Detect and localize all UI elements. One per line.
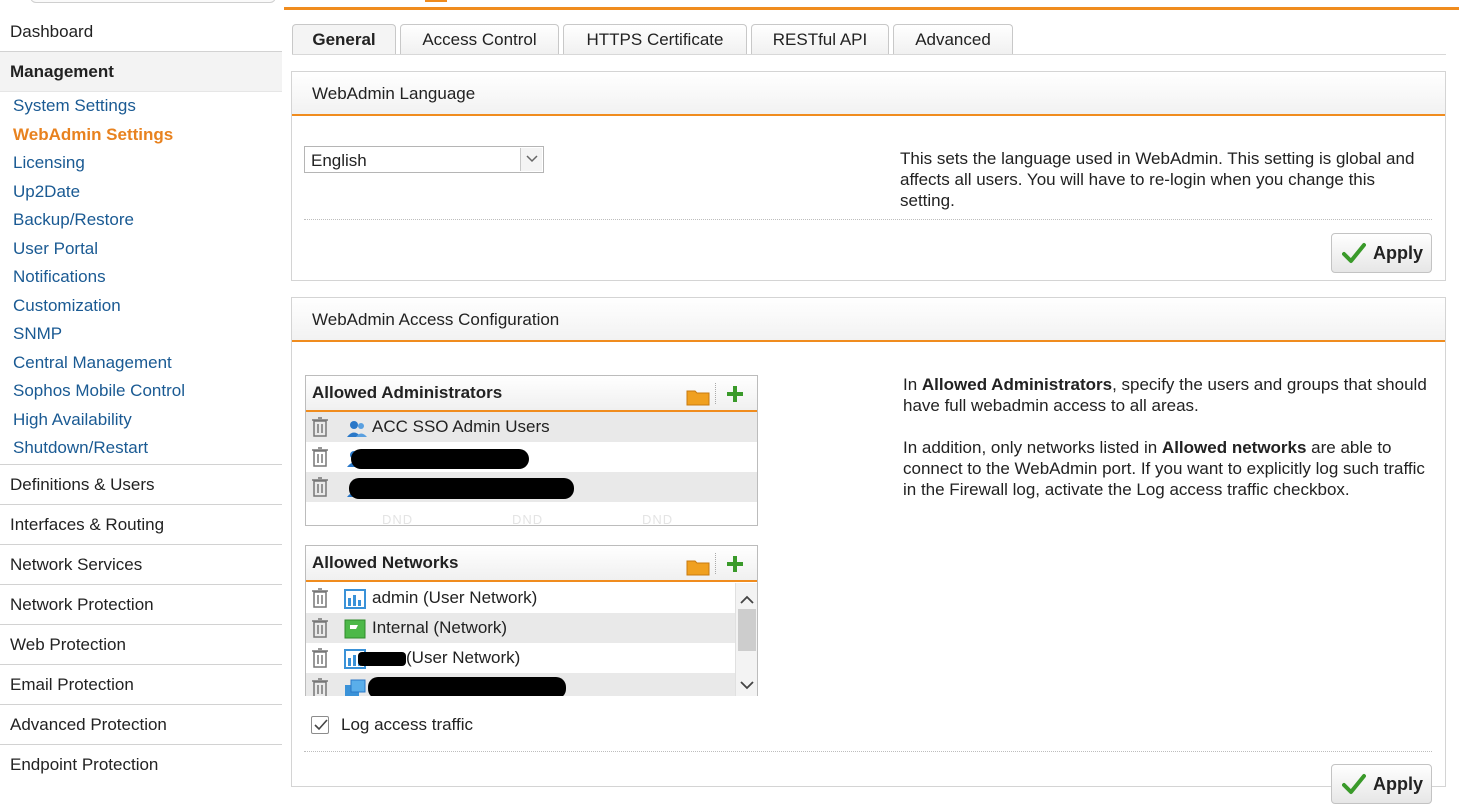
list-item[interactable]: Internal (Network) [306,613,736,643]
check-icon [1342,242,1366,269]
drop-zone-hint: DND [382,512,414,527]
trash-icon[interactable] [312,678,328,696]
networks-scroll-area[interactable]: admin (User Network) Internal (Network) [306,583,736,696]
sidebar-item-high-availability[interactable]: High Availability [0,406,282,435]
tab-restful-api[interactable]: RESTful API [751,24,889,55]
sidebar-group-email-protection[interactable]: Email Protection [0,663,282,704]
access-help-text: In Allowed Administrators, specify the u… [903,374,1428,500]
redacted-text [351,449,529,469]
tab-general[interactable]: General [292,24,396,55]
sidebar-item-dashboard[interactable]: Dashboard [0,12,282,52]
tabs-divider [292,54,1446,55]
sidebar-item-system-settings[interactable]: System Settings [0,92,282,121]
management-submenu: System Settings WebAdmin Settings Licens… [0,92,282,464]
sidebar-group-definitions-users[interactable]: Definitions & Users [0,463,282,504]
sidebar-section-management[interactable]: Management [0,52,282,92]
sidebar-item-central-management[interactable]: Central Management [0,349,282,378]
sidebar-group-advanced-protection[interactable]: Advanced Protection [0,703,282,744]
global-search-box[interactable] [30,0,276,3]
list-item[interactable] [306,442,757,472]
redacted-text [368,677,566,696]
sidebar-item-webadmin-settings[interactable]: WebAdmin Settings [0,121,282,150]
allowed-administrators-list: Allowed Administrators ACC SSO Admin Use… [305,375,758,527]
allowed-networks-list: Allowed Networks admin (User Network) In… [305,545,758,696]
list-item[interactable] [306,673,736,696]
header-accent [425,0,447,2]
sidebar-group-web-protection[interactable]: Web Protection [0,623,282,664]
top-strip [0,0,1459,10]
divider [304,751,1432,752]
list-item[interactable]: ACC SSO Admin Users [306,412,757,442]
sidebar-item-shutdown-restart[interactable]: Shutdown/Restart [0,434,282,463]
apply-access-button[interactable]: Apply [1331,764,1432,804]
sidebar-nav: Dashboard Management System Settings Web… [0,12,282,784]
list-item[interactable] [306,472,757,502]
sidebar-item-snmp[interactable]: SNMP [0,320,282,349]
divider [715,553,716,574]
add-icon[interactable] [725,552,745,586]
apply-label: Apply [1373,774,1424,794]
drop-zone-hint: DND [642,512,674,527]
language-help-text: This sets the language used in WebAdmin.… [900,149,1415,210]
scrollbar-thumb[interactable] [738,609,756,651]
sidebar-item-up2date[interactable]: Up2Date [0,178,282,207]
tab-advanced[interactable]: Advanced [893,24,1013,55]
sidebar-group-interfaces-routing[interactable]: Interfaces & Routing [0,503,282,544]
divider [715,383,716,404]
sidebar-item-notifications[interactable]: Notifications [0,263,282,292]
log-access-traffic-label[interactable]: Log access traffic [341,715,473,735]
sidebar-item-licensing[interactable]: Licensing [0,149,282,178]
allowed-networks-header: Allowed Networks [306,546,757,582]
redacted-text [349,478,574,499]
networks-scrollbar[interactable] [735,583,757,696]
webadmin-language-panel: WebAdmin Language English This sets the … [291,71,1446,281]
chevron-up-icon[interactable] [740,589,754,609]
network-group-icon [344,679,366,696]
list-item-label: ACC SSO Admin Users [372,417,550,436]
check-icon [1342,773,1366,800]
panel-title: WebAdmin Access Configuration [292,298,1445,342]
language-select[interactable]: English [304,146,544,173]
tab-https-certificate[interactable]: HTTPS Certificate [563,24,747,55]
sidebar-item-user-portal[interactable]: User Portal [0,235,282,264]
panel-title: WebAdmin Language [292,72,1445,116]
list-item-label: (User Network) [406,648,521,667]
sidebar-item-backup-restore[interactable]: Backup/Restore [0,206,282,235]
add-icon[interactable] [725,382,745,416]
list-item-label: admin (User Network) [372,588,538,607]
apply-language-button[interactable]: Apply [1331,233,1432,273]
allowed-administrators-title: Allowed Administrators [312,383,503,402]
list-item[interactable]: (User Network) [306,643,736,673]
sidebar-item-customization[interactable]: Customization [0,292,282,321]
access-help-paragraph-1: In Allowed Administrators, specify the u… [903,375,1427,415]
apply-label: Apply [1373,243,1424,263]
divider [304,219,1432,220]
sidebar-group-network-protection[interactable]: Network Protection [0,583,282,624]
list-item[interactable]: admin (User Network) [306,583,736,613]
allowed-administrators-header: Allowed Administrators [306,376,757,412]
language-select-value: English [311,151,367,170]
drop-zone-hint: DND [512,512,544,527]
trash-icon[interactable] [312,477,328,507]
allowed-networks-title: Allowed Networks [312,553,459,572]
chevron-down-icon[interactable] [520,148,542,171]
log-access-traffic-checkbox[interactable] [311,716,329,734]
chevron-down-icon[interactable] [740,675,754,695]
access-help-paragraph-2: In addition, only networks listed in All… [903,438,1425,499]
tab-access-control[interactable]: Access Control [400,24,559,55]
sidebar-group-network-services[interactable]: Network Services [0,543,282,584]
webadmin-access-panel: WebAdmin Access Configuration Allowed Ad… [291,297,1446,804]
header-accent-line [284,7,1459,10]
list-item-label: Internal (Network) [372,618,508,637]
sidebar-item-sophos-mobile-control[interactable]: Sophos Mobile Control [0,377,282,406]
redacted-text [358,652,406,666]
